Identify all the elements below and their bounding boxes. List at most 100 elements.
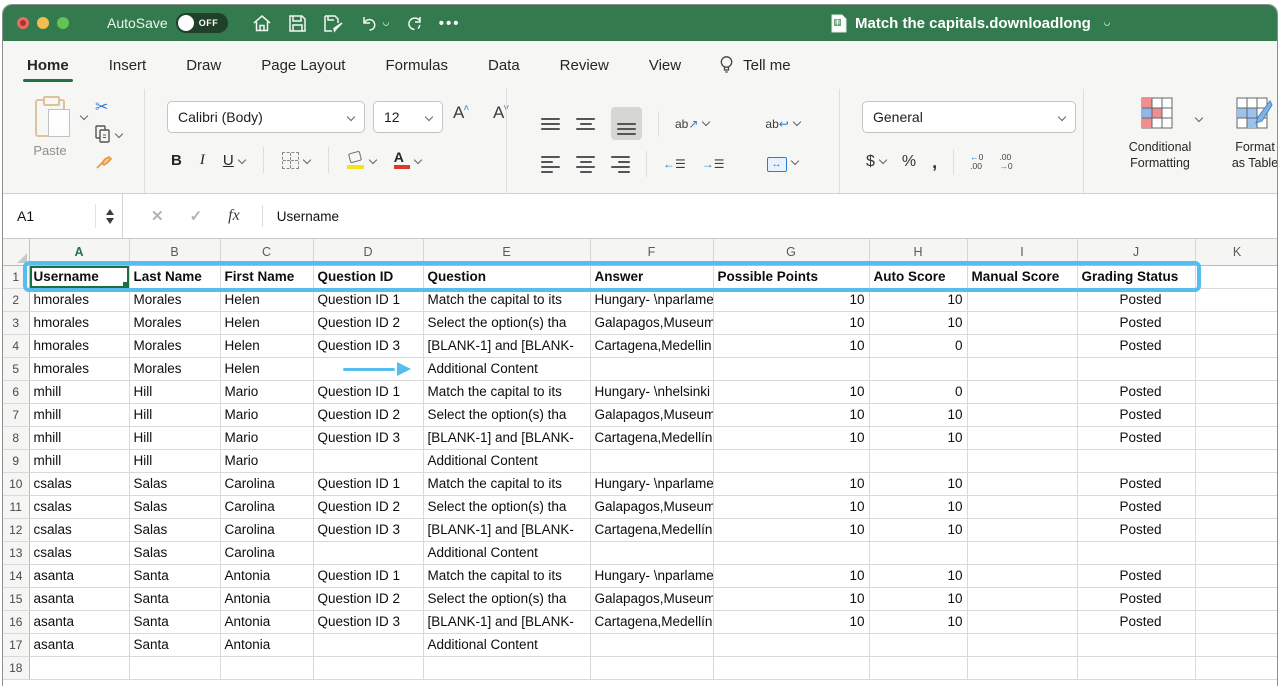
column-header-G[interactable]: G xyxy=(713,239,869,265)
paste-menu-chevron[interactable] xyxy=(80,112,88,120)
cell-F15[interactable]: Galapagos,Museum xyxy=(590,587,713,610)
orientation-button[interactable]: ab↗ xyxy=(675,117,709,131)
cell-K13[interactable] xyxy=(1195,541,1278,564)
cell-I4[interactable] xyxy=(967,334,1077,357)
cell-A7[interactable]: mhill xyxy=(29,403,129,426)
cell-B7[interactable]: Hill xyxy=(129,403,220,426)
cell-F7[interactable]: Galapagos,Museum xyxy=(590,403,713,426)
borders-chevron[interactable] xyxy=(302,156,310,164)
cell-G1[interactable]: Possible Points xyxy=(713,265,869,288)
cell-D11[interactable]: Question ID 2 xyxy=(313,495,423,518)
cell-E3[interactable]: Select the option(s) tha xyxy=(423,311,590,334)
cell-E1[interactable]: Question xyxy=(423,265,590,288)
cell-I11[interactable] xyxy=(967,495,1077,518)
cell-E16[interactable]: [BLANK-1] and [BLANK- xyxy=(423,610,590,633)
align-left-button[interactable] xyxy=(541,156,560,173)
cell-B5[interactable]: Morales xyxy=(129,357,220,380)
row-header-10[interactable]: 10 xyxy=(3,472,29,495)
select-all-corner[interactable] xyxy=(3,239,29,265)
cell-G12[interactable]: 10 xyxy=(713,518,869,541)
cell-I13[interactable] xyxy=(967,541,1077,564)
cell-B1[interactable]: Last Name xyxy=(129,265,220,288)
cell-J7[interactable]: Posted xyxy=(1077,403,1195,426)
conditional-formatting-button[interactable]: ConditionalFormatting xyxy=(1112,97,1208,171)
cell-H17[interactable] xyxy=(869,633,967,656)
decrease-indent-button[interactable]: ←☰ xyxy=(663,157,686,171)
cell-I9[interactable] xyxy=(967,449,1077,472)
cell-D18[interactable] xyxy=(313,656,423,679)
row-header-9[interactable]: 9 xyxy=(3,449,29,472)
cell-G16[interactable]: 10 xyxy=(713,610,869,633)
format-painter-icon[interactable] xyxy=(95,155,113,171)
cell-J4[interactable]: Posted xyxy=(1077,334,1195,357)
column-header-D[interactable]: D xyxy=(313,239,423,265)
number-format-select[interactable]: General xyxy=(862,101,1076,133)
cell-H1[interactable]: Auto Score xyxy=(869,265,967,288)
row-header-4[interactable]: 4 xyxy=(3,334,29,357)
cell-F12[interactable]: Cartagena,Medellín xyxy=(590,518,713,541)
cell-G13[interactable] xyxy=(713,541,869,564)
wrap-text-button[interactable]: ab↩ xyxy=(765,117,799,131)
cell-F10[interactable]: Hungary- \nparlame xyxy=(590,472,713,495)
cell-F16[interactable]: Cartagena,Medellín xyxy=(590,610,713,633)
cancel-entry-icon[interactable]: ✕ xyxy=(151,207,164,225)
align-middle-button[interactable] xyxy=(576,118,595,130)
cell-D4[interactable]: Question ID 3 xyxy=(313,334,423,357)
cell-G14[interactable]: 10 xyxy=(713,564,869,587)
column-header-J[interactable]: J xyxy=(1077,239,1195,265)
cell-H5[interactable] xyxy=(869,357,967,380)
comma-format-button[interactable]: , xyxy=(932,152,937,173)
cell-F6[interactable]: Hungary- \nhelsinki xyxy=(590,380,713,403)
cell-B18[interactable] xyxy=(129,656,220,679)
cell-E7[interactable]: Select the option(s) tha xyxy=(423,403,590,426)
tab-tell-me[interactable]: Tell me xyxy=(719,51,793,80)
cell-K16[interactable] xyxy=(1195,610,1278,633)
cell-H4[interactable]: 0 xyxy=(869,334,967,357)
cell-J14[interactable]: Posted xyxy=(1077,564,1195,587)
cell-J8[interactable]: Posted xyxy=(1077,426,1195,449)
cell-H13[interactable] xyxy=(869,541,967,564)
fill-color-button[interactable] xyxy=(347,152,376,169)
cell-A2[interactable]: hmorales xyxy=(29,288,129,311)
cell-E2[interactable]: Match the capital to its xyxy=(423,288,590,311)
cell-F4[interactable]: Cartagena,Medellin xyxy=(590,334,713,357)
paste-button[interactable]: Paste xyxy=(21,99,79,158)
cell-D17[interactable] xyxy=(313,633,423,656)
cell-J13[interactable] xyxy=(1077,541,1195,564)
row-header-2[interactable]: 2 xyxy=(3,288,29,311)
row-header-12[interactable]: 12 xyxy=(3,518,29,541)
cell-A14[interactable]: asanta xyxy=(29,564,129,587)
align-top-button[interactable] xyxy=(541,118,560,130)
cell-E18[interactable] xyxy=(423,656,590,679)
currency-chevron[interactable] xyxy=(879,156,887,164)
cell-A13[interactable]: csalas xyxy=(29,541,129,564)
cell-G8[interactable]: 10 xyxy=(713,426,869,449)
cell-D15[interactable]: Question ID 2 xyxy=(313,587,423,610)
cell-J16[interactable]: Posted xyxy=(1077,610,1195,633)
cell-K11[interactable] xyxy=(1195,495,1278,518)
cell-H16[interactable]: 10 xyxy=(869,610,967,633)
cell-D13[interactable] xyxy=(313,541,423,564)
cell-I2[interactable] xyxy=(967,288,1077,311)
cell-G9[interactable] xyxy=(713,449,869,472)
bold-button[interactable]: B xyxy=(171,152,182,169)
cell-C18[interactable] xyxy=(220,656,313,679)
column-header-K[interactable]: K xyxy=(1195,239,1278,265)
cell-D6[interactable]: Question ID 1 xyxy=(313,380,423,403)
row-header-15[interactable]: 15 xyxy=(3,587,29,610)
cell-J18[interactable] xyxy=(1077,656,1195,679)
row-header-17[interactable]: 17 xyxy=(3,633,29,656)
row-header-13[interactable]: 13 xyxy=(3,541,29,564)
cell-E6[interactable]: Match the capital to its xyxy=(423,380,590,403)
cell-C13[interactable]: Carolina xyxy=(220,541,313,564)
merge-center-button[interactable]: ↔ xyxy=(767,156,798,172)
row-header-18[interactable]: 18 xyxy=(3,656,29,679)
column-header-F[interactable]: F xyxy=(590,239,713,265)
cell-E5[interactable]: Additional Content xyxy=(423,357,590,380)
cut-icon[interactable]: ✂ xyxy=(95,97,108,117)
row-header-7[interactable]: 7 xyxy=(3,403,29,426)
cell-D2[interactable]: Question ID 1 xyxy=(313,288,423,311)
cell-K3[interactable] xyxy=(1195,311,1278,334)
cell-E17[interactable]: Additional Content xyxy=(423,633,590,656)
cell-D8[interactable]: Question ID 3 xyxy=(313,426,423,449)
